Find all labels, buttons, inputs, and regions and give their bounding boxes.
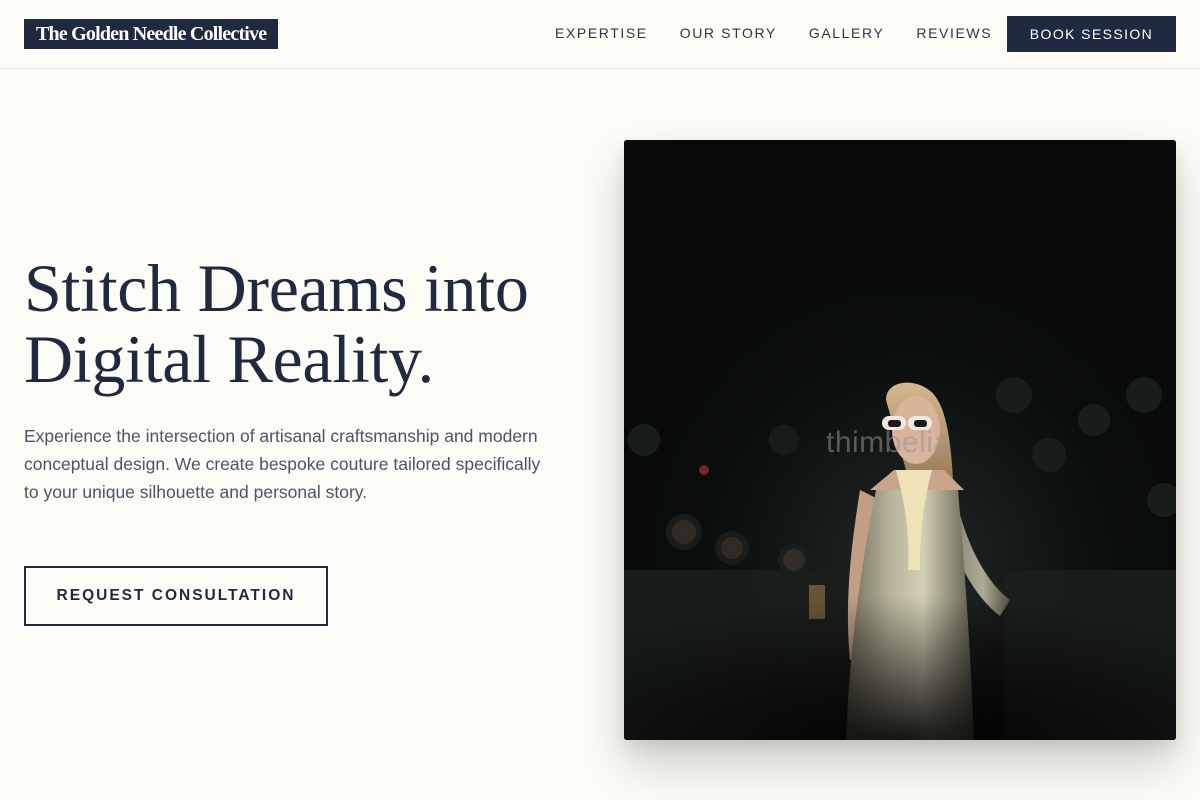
hero-image: thimbelia [624, 140, 1176, 740]
hero-description: Experience the intersection of artisanal… [24, 426, 541, 502]
image-watermark: thimbelia [826, 426, 951, 459]
hero-title-line-2: Digital Reality. [24, 321, 435, 397]
site-header: The Golden Needle Collective EXPERTISE O… [0, 0, 1200, 69]
hero-title-line-1: Stitch Dreams into [24, 250, 529, 326]
main-nav: EXPERTISE OUR STORY GALLERY REVIEWS [555, 24, 992, 42]
nav-link-our-story[interactable]: OUR STORY [680, 24, 777, 42]
nav-link-gallery[interactable]: GALLERY [809, 24, 885, 42]
request-consultation-button[interactable]: REQUEST CONSULTATION [24, 566, 328, 626]
hero-title: Stitch Dreams into Digital Reality. [24, 253, 604, 395]
nav-link-expertise[interactable]: EXPERTISE [555, 24, 648, 42]
book-session-button[interactable]: BOOK SESSION [1007, 16, 1176, 52]
brand-logo[interactable]: The Golden Needle Collective [24, 19, 279, 49]
nav-link-reviews[interactable]: REVIEWS [916, 24, 992, 42]
